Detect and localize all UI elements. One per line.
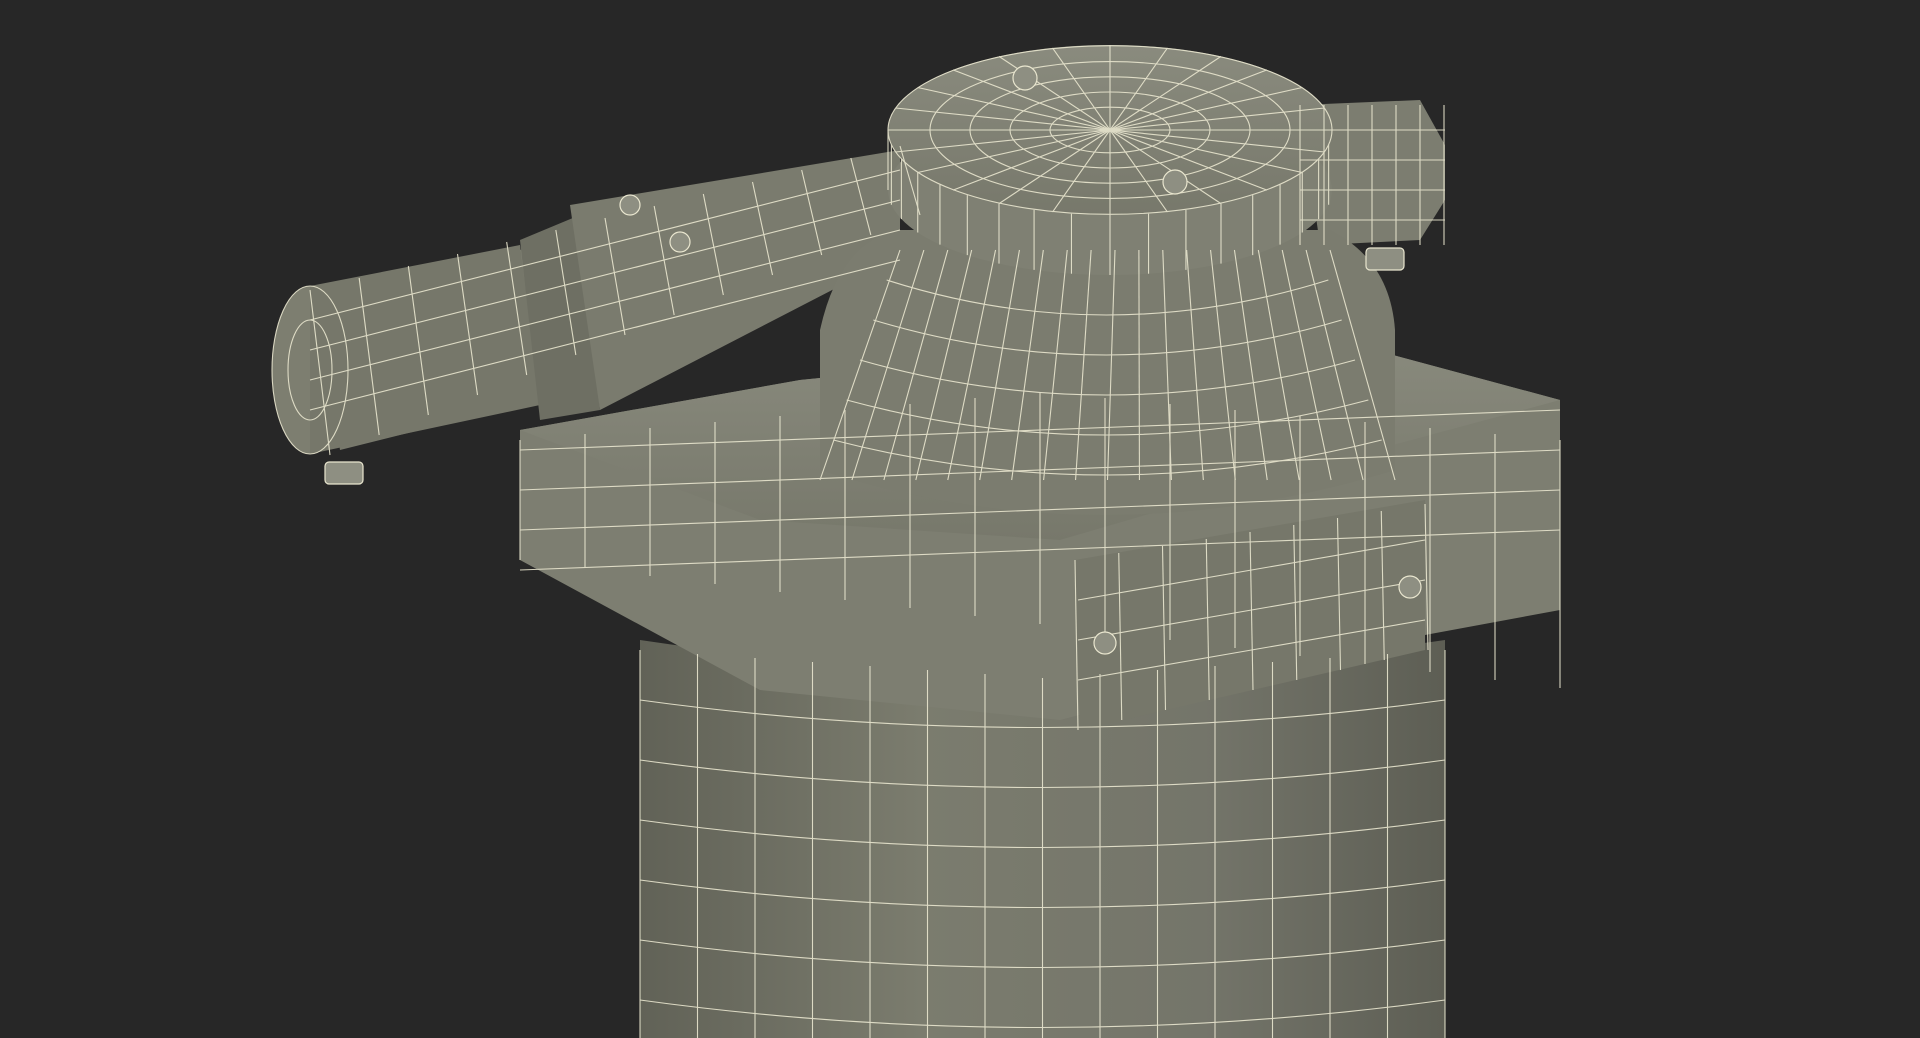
bolt-icon [1012, 65, 1038, 91]
bolt-icon [1162, 169, 1188, 195]
bolt-icon [324, 461, 364, 485]
mesh-edge [1138, 249, 1140, 481]
bolt-icon [669, 231, 691, 253]
bolt-icon [619, 194, 641, 216]
bolt-icon [1398, 575, 1422, 599]
bolt-icon [1365, 247, 1405, 271]
3d-render-viewport [0, 0, 1920, 1038]
bolt-icon [1093, 631, 1117, 655]
